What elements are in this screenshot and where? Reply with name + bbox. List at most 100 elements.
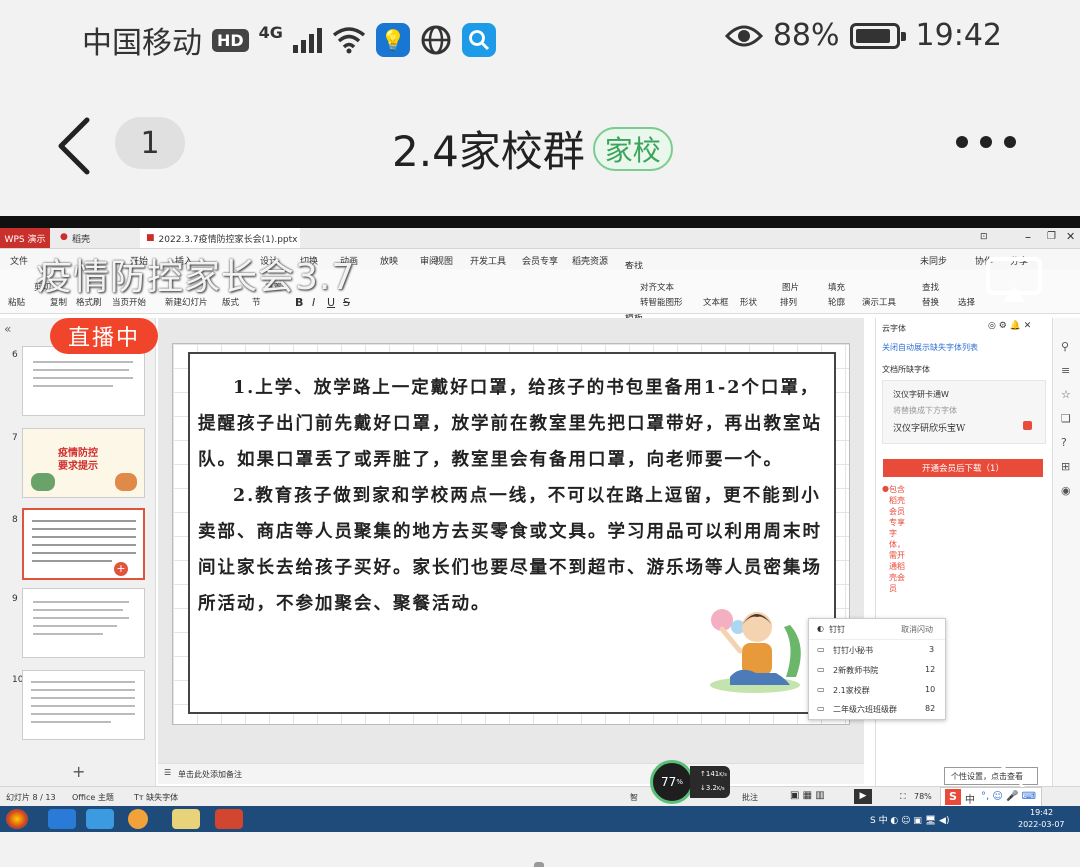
slide-thumb-9[interactable] [22, 588, 145, 658]
sliders-icon[interactable]: ≡ [1061, 364, 1070, 377]
map-pin-icon[interactable]: ◉ [1061, 484, 1071, 497]
collapse-panel-icon[interactable]: « [4, 322, 11, 336]
unread-count-badge[interactable]: 1 [115, 117, 185, 169]
find-button[interactable]: 查找 [922, 281, 939, 293]
theme-name: Office 主题 [72, 793, 114, 802]
more-menu-icon[interactable] [956, 136, 1016, 148]
pane-title: 云字体 [882, 324, 906, 333]
comment-toggle[interactable]: 批注 [742, 792, 758, 803]
chat-title: 2.4家校群 家校 [392, 118, 673, 179]
missing-font-status[interactable]: Tт 缺失字体 [134, 792, 178, 803]
replace-button[interactable]: 替换 [922, 296, 939, 308]
ime-mode[interactable]: 中 [965, 791, 975, 806]
battery-icon [849, 22, 906, 49]
pin-icon[interactable]: ⚲ [1061, 340, 1069, 353]
fill-button[interactable]: 填充 [828, 281, 845, 293]
align-text-button[interactable]: 对齐文本 [640, 281, 674, 293]
present-tools-button[interactable]: 演示工具 [862, 296, 896, 308]
copy-icon[interactable]: ❏ [1061, 412, 1071, 425]
taskbar-app-icon[interactable] [128, 809, 148, 829]
grid-icon[interactable]: ⊞ [1061, 460, 1070, 473]
slide-thumb-7[interactable]: 疫情防控 要求提示 [22, 428, 145, 498]
slide-thumb-6[interactable] [22, 346, 145, 416]
sync-status[interactable]: 未同步 [920, 254, 947, 267]
menu-developer[interactable]: 开发工具 [470, 254, 506, 267]
menu-docer[interactable]: 稻壳资源 [572, 254, 608, 267]
docer-tab[interactable]: 稻壳 [72, 232, 90, 245]
dingtalk-item-name: 钉钉小秘书 [833, 646, 873, 655]
download-speed-value: 3.2 [705, 784, 718, 792]
add-slide-button[interactable]: + [72, 762, 85, 781]
smartart-button[interactable]: 转智能图形 [640, 296, 683, 308]
minimize-icon[interactable]: – [1025, 230, 1031, 244]
eye-icon [724, 25, 763, 46]
right-toolbar: ⚲ ≡ ☆ ❏ ? ⊞ ◉ [1052, 318, 1080, 788]
play-icon[interactable]: ▶ [854, 789, 872, 804]
pane-settings-icon[interactable]: ◎ ⚙ 🔔 ✕ [988, 321, 1031, 331]
arrange-button[interactable]: 排列 [780, 296, 797, 308]
smart-beautify[interactable]: 智 [630, 792, 638, 803]
dingtalk-item[interactable]: ▭ 2.1家校群 10 [809, 680, 945, 700]
close-icon[interactable]: ✕ [1066, 230, 1075, 243]
dingtalk-notification-popup[interactable]: ◐ 钉钉 取消闪动 ▭ 钉钉小秘书 3 ▭ 2新教师书院 12 ▭ 2.1家校群 10 ▭ 二… [808, 618, 946, 720]
cast-screen-icon[interactable] [985, 256, 1043, 304]
close-auto-show-link[interactable]: 关闭自动展示缺失字体列表 [882, 342, 978, 353]
wps-taskbar-icon[interactable] [215, 809, 243, 829]
menu-view[interactable]: 视图 [435, 254, 453, 267]
paste-button[interactable]: 粘贴 [8, 296, 25, 308]
start-button-icon[interactable] [6, 809, 28, 829]
network-gauge: 77% [650, 760, 694, 804]
upload-speed: ↑141K/s [700, 770, 727, 778]
document-tab[interactable]: ■ 2022.3.7疫情防控家长会(1).pptx [140, 228, 300, 248]
gesture-handle[interactable] [534, 862, 544, 867]
textbox-button[interactable]: 文本框 [703, 296, 729, 308]
group-tag: 家校 [592, 126, 673, 171]
signal-icon [292, 27, 322, 53]
fit-icon[interactable]: ⛶ [900, 792, 906, 802]
outline-button[interactable]: 轮廓 [828, 296, 845, 308]
picture-button[interactable]: 图片 [782, 281, 799, 293]
live-badge: 直播中 [50, 318, 158, 354]
thumb-number-6: 6 [12, 350, 18, 360]
back-arrow-icon[interactable] [55, 116, 95, 176]
dingtalk-item[interactable]: ▭ 二年级六班班级群 82 [809, 699, 945, 719]
dingtalk-icon: ◐ [817, 624, 824, 633]
view-buttons[interactable]: ▣ ▦ ▥ [790, 790, 825, 801]
select-button[interactable]: 选择 [958, 296, 975, 308]
menu-member[interactable]: 会员专享 [522, 254, 558, 267]
menu-slideshow[interactable]: 放映 [380, 254, 398, 267]
globe-icon [421, 25, 451, 55]
download-font-button[interactable]: 开通会员后下载（1） [883, 459, 1043, 477]
vip-note-text: 包含稻壳会员专享字体，需开通稻壳会员 [888, 485, 905, 593]
shape-button[interactable]: 形状 [740, 296, 757, 308]
chat-bubble-icon: ▭ [817, 665, 825, 674]
star-icon[interactable]: ☆ [1061, 388, 1071, 401]
dingtalk-item[interactable]: ▭ 2新教师书院 12 [809, 660, 945, 680]
chat-bubble-icon: ▭ [817, 704, 825, 713]
dingtalk-item[interactable]: ▭ 钉钉小秘书 3 [809, 640, 945, 660]
slide-thumb-10[interactable] [22, 670, 145, 740]
notes-icon: ☰ [164, 768, 172, 777]
help-icon[interactable]: ? [1061, 436, 1067, 449]
missing-font-card[interactable]: 汉仪字研卡通W 将替换成下方字体 汉仪字研欣乐宝W [882, 380, 1046, 444]
taskbar-app-icon[interactable] [48, 809, 76, 829]
add-slide-icon[interactable]: + [114, 562, 128, 576]
dingtalk-item-count: 82 [925, 704, 936, 713]
menu-file[interactable]: 文件 [10, 254, 28, 267]
vip-note: ● 包含稻壳会员专享字体，需开通稻壳会员 [882, 484, 905, 593]
battery-percent: 88% [772, 18, 840, 53]
zoom-level[interactable]: 78% [914, 792, 932, 801]
restore-icon[interactable]: ❐ [1047, 231, 1056, 242]
ime-tools-icon[interactable]: °, ☺ 🎤 ⌨ [981, 791, 1036, 802]
tray-icons[interactable]: S 中 ◐ ☺ ▣ 🖥 ◀) [870, 813, 949, 826]
folder-icon[interactable] [172, 809, 200, 829]
taskbar-app-icon[interactable] [86, 809, 114, 829]
wps-app-tab[interactable]: WPS 演示 [0, 228, 50, 248]
notes-bar[interactable]: ☰ 单击此处添加备注 [158, 763, 864, 784]
phone-status-bar: 中国移动 HD 4G 💡 88% 19:42 [0, 0, 1080, 80]
wps-status-bar: 幻灯片 8 / 13 Office 主题 Tт 缺失字体 智 批注 ▣ ▦ ▥ … [0, 786, 1080, 807]
slide-thumb-8-selected[interactable]: + [22, 508, 145, 580]
cancel-flash-link[interactable]: 取消闪动 [901, 624, 933, 635]
replacement-font-preview: 汉仪字研欣乐宝W [893, 424, 966, 434]
notes-placeholder: 单击此处添加备注 [178, 770, 242, 779]
